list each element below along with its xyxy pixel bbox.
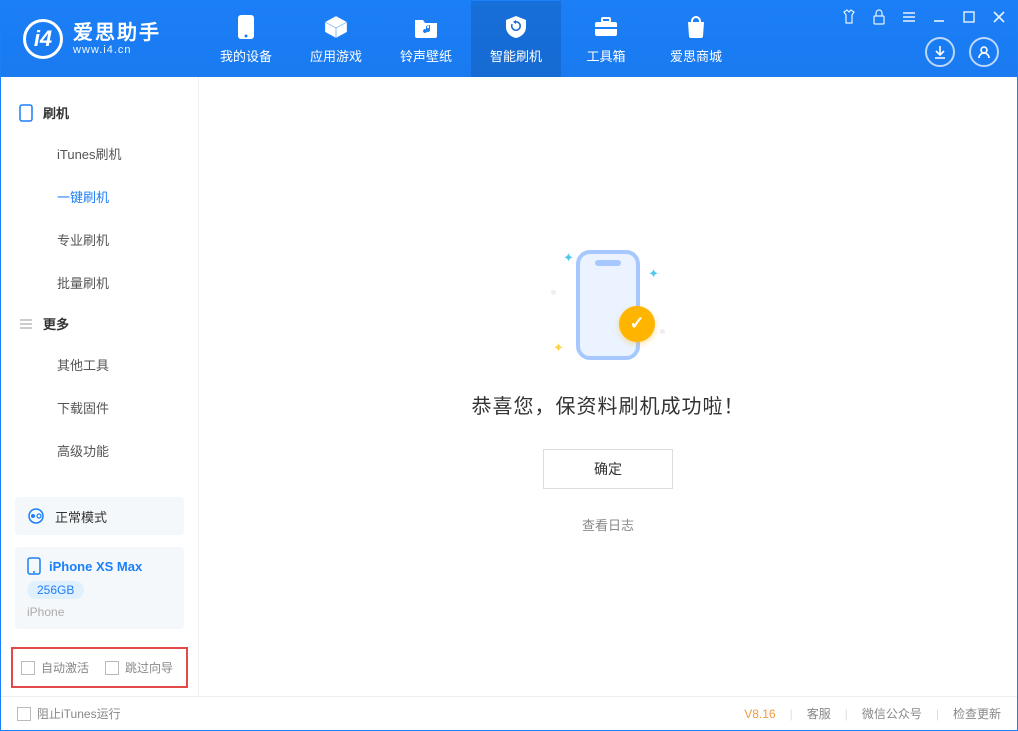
sidebar-item-pro-flash[interactable]: 专业刷机 — [1, 218, 198, 261]
sidebar: 刷机 iTunes刷机 一键刷机 专业刷机 批量刷机 更多 其他工具 下载固件 … — [1, 77, 199, 696]
close-button[interactable] — [989, 7, 1009, 27]
section-more-header: 更多 — [1, 304, 198, 343]
phone-icon — [27, 557, 41, 575]
nav-label: 智能刷机 — [490, 46, 542, 65]
version-label: V8.16 — [744, 707, 775, 721]
check-badge-icon: ✓ — [619, 306, 655, 342]
window-controls — [839, 7, 1009, 27]
main-content: ✦ ✦ ✦ ✓ 恭喜您，保资料刷机成功啦！ 确定 查看日志 — [199, 77, 1017, 696]
device-icon — [233, 14, 259, 40]
phone-outline-icon — [19, 104, 33, 122]
nav-toolbox[interactable]: 工具箱 — [561, 1, 651, 77]
nav-label: 爱思商城 — [670, 46, 722, 65]
footer-right: V8.16 | 客服 | 微信公众号 | 检查更新 — [744, 705, 1001, 722]
body: 刷机 iTunes刷机 一键刷机 专业刷机 批量刷机 更多 其他工具 下载固件 … — [1, 77, 1017, 696]
phone-illustration-icon — [576, 250, 640, 360]
check-update-link[interactable]: 检查更新 — [953, 705, 1001, 722]
success-message: 恭喜您，保资料刷机成功啦！ — [472, 390, 745, 419]
sparkle-icon: ✦ — [553, 340, 564, 356]
support-link[interactable]: 客服 — [807, 705, 831, 722]
checkbox-block-itunes[interactable]: 阻止iTunes运行 — [17, 705, 121, 722]
separator: | — [936, 707, 939, 721]
folder-music-icon — [413, 14, 439, 40]
logo-icon: i4 — [23, 19, 63, 59]
flash-options-highlight: 自动激活 跳过向导 — [11, 647, 188, 688]
checkbox-icon — [17, 707, 31, 721]
device-capacity: 256GB — [27, 581, 84, 599]
sidebar-item-itunes-flash[interactable]: iTunes刷机 — [1, 132, 198, 175]
success-illustration: ✦ ✦ ✦ ✓ — [543, 240, 673, 370]
app-window: i4 爱思助手 www.i4.cn 我的设备 应用游戏 铃声壁纸 智能刷机 — [0, 0, 1018, 731]
sidebar-item-batch-flash[interactable]: 批量刷机 — [1, 261, 198, 304]
section-flash-header: 刷机 — [1, 93, 198, 132]
checkbox-label: 自动激活 — [41, 659, 89, 676]
nav-my-device[interactable]: 我的设备 — [201, 1, 291, 77]
mode-card[interactable]: 正常模式 — [15, 497, 184, 535]
cube-icon — [323, 14, 349, 40]
nav-label: 应用游戏 — [310, 46, 362, 65]
checkbox-label: 阻止iTunes运行 — [37, 705, 121, 722]
shield-refresh-icon — [503, 14, 529, 40]
main-nav: 我的设备 应用游戏 铃声壁纸 智能刷机 工具箱 爱思商城 — [201, 1, 741, 77]
minimize-button[interactable] — [929, 7, 949, 27]
logo-text: 爱思助手 www.i4.cn — [73, 22, 161, 56]
app-title: 爱思助手 — [73, 22, 161, 44]
titlebar: i4 爱思助手 www.i4.cn 我的设备 应用游戏 铃声壁纸 智能刷机 — [1, 1, 1017, 77]
shirt-icon[interactable] — [839, 7, 859, 27]
mode-icon — [27, 507, 45, 525]
device-type: iPhone — [27, 605, 172, 619]
nav-label: 铃声壁纸 — [400, 46, 452, 65]
nav-ringtones[interactable]: 铃声壁纸 — [381, 1, 471, 77]
toolbox-icon — [593, 14, 619, 40]
bag-icon — [683, 14, 709, 40]
checkbox-icon — [105, 661, 119, 675]
dot-icon — [660, 329, 665, 334]
ok-button[interactable]: 确定 — [543, 449, 673, 489]
device-name: iPhone XS Max — [49, 559, 142, 574]
sidebar-item-download-firmware[interactable]: 下载固件 — [1, 386, 198, 429]
separator: | — [790, 707, 793, 721]
header-right — [925, 37, 999, 67]
device-card[interactable]: iPhone XS Max 256GB iPhone — [15, 547, 184, 629]
list-icon — [19, 317, 33, 331]
maximize-button[interactable] — [959, 7, 979, 27]
user-button[interactable] — [969, 37, 999, 67]
section-title: 刷机 — [43, 103, 69, 122]
checkbox-icon — [21, 661, 35, 675]
section-title: 更多 — [43, 314, 69, 333]
menu-icon[interactable] — [899, 7, 919, 27]
checkbox-auto-activate[interactable]: 自动激活 — [21, 659, 89, 676]
dot-icon — [551, 290, 556, 295]
nav-label: 工具箱 — [586, 46, 625, 65]
wechat-link[interactable]: 微信公众号 — [862, 705, 922, 722]
checkbox-label: 跳过向导 — [125, 659, 173, 676]
lock-icon[interactable] — [869, 7, 889, 27]
sidebar-item-other-tools[interactable]: 其他工具 — [1, 343, 198, 386]
download-button[interactable] — [925, 37, 955, 67]
device-name-row: iPhone XS Max — [27, 557, 172, 575]
sparkle-icon: ✦ — [648, 266, 659, 282]
app-subtitle: www.i4.cn — [73, 44, 161, 56]
mode-label: 正常模式 — [55, 507, 107, 526]
nav-flash[interactable]: 智能刷机 — [471, 1, 561, 77]
sidebar-item-oneclick-flash[interactable]: 一键刷机 — [1, 175, 198, 218]
view-log-link[interactable]: 查看日志 — [582, 515, 634, 534]
nav-apps[interactable]: 应用游戏 — [291, 1, 381, 77]
sidebar-item-advanced[interactable]: 高级功能 — [1, 429, 198, 472]
nav-label: 我的设备 — [220, 46, 272, 65]
separator: | — [845, 707, 848, 721]
sparkle-icon: ✦ — [563, 250, 574, 266]
checkbox-skip-guide[interactable]: 跳过向导 — [105, 659, 173, 676]
nav-store[interactable]: 爱思商城 — [651, 1, 741, 77]
logo-area: i4 爱思助手 www.i4.cn — [1, 1, 201, 77]
footer: 阻止iTunes运行 V8.16 | 客服 | 微信公众号 | 检查更新 — [1, 696, 1017, 730]
